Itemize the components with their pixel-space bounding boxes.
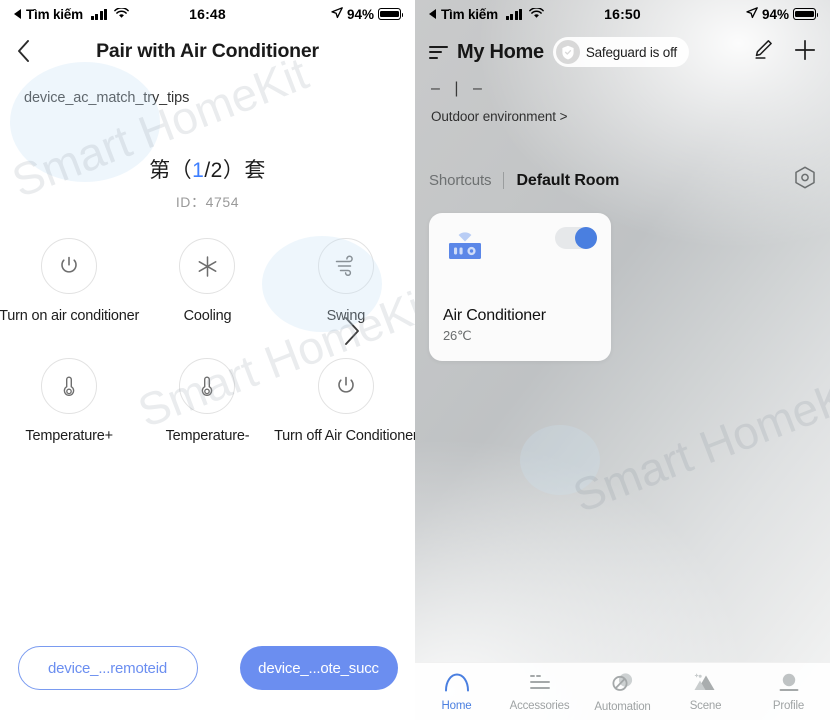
right-nav-bar: My Home Safeguard is off bbox=[415, 28, 830, 76]
command-label: Temperature- bbox=[165, 428, 250, 444]
remote-id-button[interactable]: device_...remoteid bbox=[17, 646, 198, 690]
nav-action-icons bbox=[754, 39, 816, 66]
tab-default-room[interactable]: Default Room bbox=[516, 172, 619, 190]
set-prefix: 第（ bbox=[149, 159, 193, 182]
bottom-tab-bar: Home Accessories Automation Scene Profil… bbox=[415, 662, 830, 720]
set-suffix: /2）套 bbox=[204, 159, 266, 182]
device-temperature: 26℃ bbox=[443, 328, 472, 343]
right-status-bar: Tìm kiếm 16:50 94% bbox=[415, 0, 830, 28]
home-arch-icon bbox=[444, 672, 470, 697]
tab-label: Scene bbox=[689, 699, 722, 712]
device-card-air-conditioner[interactable]: Air Conditioner 26℃ bbox=[429, 213, 611, 361]
swing-button[interactable] bbox=[317, 238, 374, 294]
watermark-blob bbox=[520, 425, 600, 495]
safeguard-label: Safeguard is off bbox=[585, 44, 677, 60]
snowflake-icon bbox=[198, 255, 217, 277]
left-nav-bar: Pair with Air Conditioner bbox=[0, 28, 415, 74]
right-phone-screen: Smart HomeKit Tìm kiếm 16:50 94% My Home… bbox=[415, 0, 830, 720]
power-on-button[interactable] bbox=[41, 238, 98, 294]
hamburger-menu-icon[interactable] bbox=[429, 45, 448, 59]
list-lines-icon bbox=[527, 672, 553, 697]
plus-icon[interactable] bbox=[794, 39, 816, 66]
toggle-knob bbox=[575, 227, 597, 249]
remote-success-button[interactable]: device_...ote_succ bbox=[239, 646, 398, 690]
set-current-number: 1 bbox=[192, 159, 205, 182]
hex-settings-icon[interactable] bbox=[794, 166, 816, 195]
command-grid: Turn on air conditioner Cooling Swing Te… bbox=[0, 238, 415, 478]
tab-automation[interactable]: Automation bbox=[581, 663, 664, 720]
thermometer-icon bbox=[63, 376, 75, 396]
page-title: Pair with Air Conditioner bbox=[96, 39, 319, 62]
power-icon bbox=[338, 376, 354, 393]
tab-label: Automation bbox=[594, 700, 651, 713]
next-set-button[interactable] bbox=[344, 316, 361, 351]
status-time: 16:50 bbox=[604, 6, 641, 22]
home-title: My Home bbox=[457, 40, 544, 63]
card-top-row bbox=[443, 227, 597, 272]
mountains-icon bbox=[692, 672, 720, 697]
temperature-down-button[interactable] bbox=[179, 358, 236, 414]
tab-home[interactable]: Home bbox=[415, 663, 498, 720]
command-cell-power-on[interactable]: Turn on air conditioner bbox=[0, 238, 140, 358]
circles-overlap-icon bbox=[610, 671, 636, 698]
outdoor-environment-link[interactable]: Outdoor environment > bbox=[431, 109, 830, 124]
outdoor-environment-block: – | – Outdoor environment > bbox=[415, 76, 830, 124]
status-time: 16:48 bbox=[189, 6, 226, 22]
shield-check-icon bbox=[555, 40, 580, 64]
set-index-title: 第（1/2）套 bbox=[0, 154, 415, 184]
command-cell-power-off[interactable]: Turn off Air Conditioner bbox=[274, 358, 415, 478]
left-status-bar: Tìm kiếm 16:48 94% bbox=[0, 0, 415, 28]
tab-scene[interactable]: Scene bbox=[664, 663, 747, 720]
power-icon bbox=[61, 256, 77, 273]
tab-shortcuts[interactable]: Shortcuts bbox=[429, 172, 492, 189]
remote-id-label: ID：4754 bbox=[175, 194, 240, 210]
pencil-edit-icon[interactable] bbox=[754, 39, 774, 65]
air-conditioner-wifi-icon bbox=[443, 227, 487, 272]
tab-accessories[interactable]: Accessories bbox=[498, 663, 581, 720]
command-label: Turn on air conditioner bbox=[0, 308, 140, 324]
battery-full-icon bbox=[793, 8, 819, 20]
person-icon bbox=[777, 672, 801, 697]
left-phone-screen: Smart HomeKit Smart HomeKit Tìm kiếm 16:… bbox=[0, 0, 415, 720]
wind-swing-icon bbox=[336, 255, 354, 277]
tab-label: Profile bbox=[772, 699, 805, 712]
command-label: Cooling bbox=[183, 308, 232, 324]
left-action-buttons: device_...remoteid device_...ote_succ bbox=[0, 646, 415, 690]
room-tabs: Shortcuts Default Room bbox=[415, 166, 830, 195]
cooling-button[interactable] bbox=[179, 238, 236, 294]
command-label: Temperature+ bbox=[25, 428, 113, 444]
chevron-right-icon bbox=[345, 317, 359, 345]
device-power-toggle[interactable] bbox=[555, 227, 597, 249]
tab-label: Home bbox=[441, 699, 472, 712]
command-cell-temp-up[interactable]: Temperature+ bbox=[0, 358, 138, 478]
command-row: Temperature+ Temperature- Turn off Air C… bbox=[0, 358, 415, 478]
command-cell-temp-down[interactable]: Temperature- bbox=[138, 358, 276, 478]
command-cell-cooling[interactable]: Cooling bbox=[138, 238, 276, 358]
temperature-up-button[interactable] bbox=[41, 358, 98, 414]
power-off-button[interactable] bbox=[317, 358, 374, 414]
tab-divider bbox=[503, 172, 505, 189]
match-tips-text: device_ac_match_try_tips bbox=[24, 90, 190, 106]
device-name: Air Conditioner bbox=[443, 307, 546, 324]
command-label: Turn off Air Conditioner bbox=[274, 428, 415, 444]
tab-label: Accessories bbox=[509, 699, 570, 712]
battery-full-icon bbox=[378, 8, 404, 20]
watermark-text: Smart HomeKit bbox=[566, 361, 830, 523]
safeguard-status-pill[interactable]: Safeguard is off bbox=[552, 37, 689, 67]
dual-screenshot: Smart HomeKit Smart HomeKit Tìm kiếm 16:… bbox=[0, 0, 830, 720]
environment-values: – | – bbox=[431, 80, 487, 97]
tab-profile[interactable]: Profile bbox=[747, 663, 830, 720]
command-row: Turn on air conditioner Cooling Swing bbox=[0, 238, 415, 358]
thermometer-icon bbox=[202, 376, 213, 396]
